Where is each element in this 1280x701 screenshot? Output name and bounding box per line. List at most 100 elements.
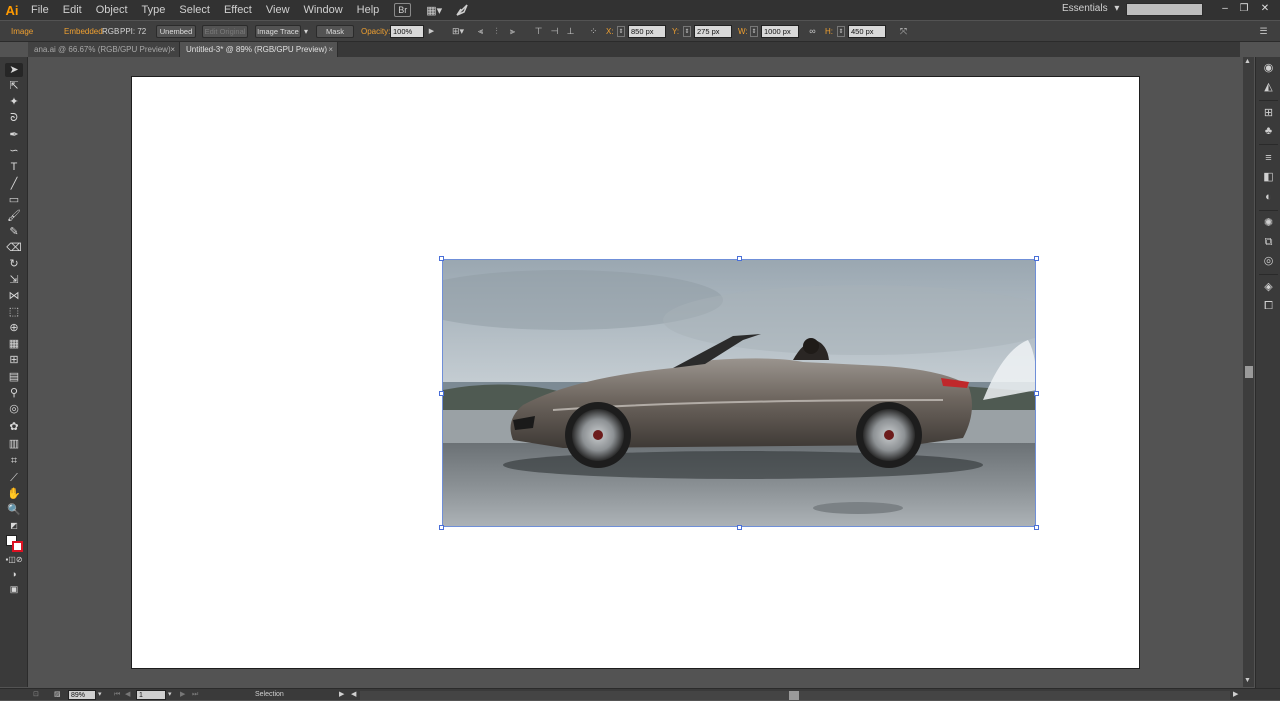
next-artboard-icon[interactable]: ▶: [180, 689, 185, 701]
height-field[interactable]: 450 px: [848, 25, 886, 38]
menu-file[interactable]: File: [24, 0, 56, 20]
y-label[interactable]: Y:: [672, 21, 679, 42]
placed-car-image[interactable]: [442, 259, 1036, 527]
blend-tool-icon[interactable]: ◎: [5, 402, 23, 416]
transparency-panel-icon[interactable]: ◐: [1261, 190, 1276, 204]
column-graph-tool-icon[interactable]: ▥: [5, 437, 23, 451]
shape-builder-tool-icon[interactable]: ⊕: [5, 321, 23, 335]
chevron-down-icon[interactable]: ▾: [98, 689, 102, 701]
artboard-tool-icon[interactable]: ⌗: [5, 454, 23, 468]
minimize-button[interactable]: –: [1218, 2, 1232, 16]
color-mode-buttons-icon[interactable]: ▪◫⊘: [5, 553, 23, 567]
zoom-field[interactable]: 89%: [68, 690, 96, 700]
hand-tool-icon[interactable]: ✋: [5, 487, 23, 501]
artboard[interactable]: [131, 76, 1140, 669]
tab-ana[interactable]: ana.ai @ 66.67% (RGB/GPU Preview) ×: [28, 42, 180, 57]
align-horizontal-center-icon[interactable]: ⫶: [491, 26, 502, 37]
stroke-swatch[interactable]: [12, 541, 23, 552]
sync-icon[interactable]: [455, 3, 469, 17]
scale-tool-icon[interactable]: ⇲: [5, 273, 23, 287]
embedded-link[interactable]: Embedded: [64, 21, 103, 42]
scroll-left-icon[interactable]: ◀: [351, 689, 356, 701]
align-left-icon[interactable]: ⫷: [475, 26, 486, 37]
artboard-number-field[interactable]: 1: [136, 690, 166, 700]
vertical-scroll-thumb[interactable]: [1245, 366, 1253, 378]
transform-grid-icon[interactable]: ⁘: [588, 26, 599, 37]
height-label[interactable]: H:: [825, 21, 833, 42]
search-input[interactable]: [1126, 3, 1203, 16]
scroll-down-icon[interactable]: ▼: [1244, 677, 1251, 684]
direct-selection-tool-icon[interactable]: ⇱: [5, 79, 23, 93]
rotate-tool-icon[interactable]: ↻: [5, 257, 23, 271]
artboards-panel-icon[interactable]: ⧠: [1261, 299, 1276, 313]
zoom-tool-icon[interactable]: 🔍: [5, 503, 23, 517]
width-tool-icon[interactable]: ⋈: [5, 289, 23, 303]
workspace-switcher[interactable]: Essentials ▾: [1062, 3, 1119, 14]
chevron-right-icon[interactable]: ▶: [426, 26, 437, 37]
resize-handle-top-left[interactable]: [439, 256, 444, 261]
resize-handle-bottom-left[interactable]: [439, 525, 444, 530]
y-field[interactable]: 275 px: [694, 25, 732, 38]
fill-stroke-swatch[interactable]: [6, 535, 24, 553]
graphic-styles-panel-icon[interactable]: ◭: [1261, 80, 1276, 94]
previous-artboard-icon[interactable]: ◀: [125, 689, 130, 701]
align-bottom-icon[interactable]: ⊥: [565, 26, 576, 37]
align-top-icon[interactable]: ⊤: [533, 26, 544, 37]
x-stepper[interactable]: ⇕: [617, 26, 625, 37]
align-vertical-center-icon[interactable]: ⊣: [549, 26, 560, 37]
restore-button[interactable]: ❐: [1237, 2, 1251, 16]
chevron-down-icon[interactable]: ▾: [168, 689, 172, 701]
rectangle-tool-icon[interactable]: ▭: [5, 193, 23, 207]
width-field[interactable]: 1000 px: [761, 25, 799, 38]
gradient-tool-icon[interactable]: ▤: [5, 370, 23, 384]
lasso-tool-icon[interactable]: ᘐ: [5, 111, 23, 125]
image-trace-panel-icon[interactable]: ◎: [1261, 254, 1276, 268]
x-field[interactable]: 850 px: [628, 25, 666, 38]
resize-handle-bottom-center[interactable]: [737, 525, 742, 530]
scroll-up-icon[interactable]: ▲: [1244, 58, 1251, 65]
eyedropper-tool-icon[interactable]: ⚲: [5, 386, 23, 400]
width-label[interactable]: W:: [738, 21, 748, 42]
last-artboard-icon[interactable]: ⏭: [192, 689, 198, 701]
bridge-button[interactable]: Br: [394, 3, 412, 17]
eraser-tool-icon[interactable]: ⌫: [5, 241, 23, 255]
symbols-panel-icon[interactable]: ♣: [1261, 124, 1276, 138]
unembed-button[interactable]: Unembed: [156, 25, 196, 38]
type-tool-icon[interactable]: T: [5, 160, 23, 174]
edit-original-button[interactable]: Edit Original: [202, 25, 248, 38]
perspective-grid-tool-icon[interactable]: ▦: [5, 337, 23, 351]
menu-effect[interactable]: Effect: [217, 0, 259, 20]
horizontal-scroll-thumb[interactable]: [789, 691, 799, 700]
resize-handle-top-center[interactable]: [737, 256, 742, 261]
close-icon[interactable]: ×: [328, 42, 333, 57]
arrange-documents-button[interactable]: ▦▾: [423, 3, 445, 17]
magic-wand-tool-icon[interactable]: ✦: [5, 95, 23, 109]
free-transform-tool-icon[interactable]: ⬚: [5, 305, 23, 319]
height-stepper[interactable]: ⇕: [837, 26, 845, 37]
menu-type[interactable]: Type: [135, 0, 173, 20]
transform-crop-icon[interactable]: ⤧: [898, 26, 909, 37]
close-icon[interactable]: ×: [170, 42, 175, 57]
pen-tool-icon[interactable]: ✒: [5, 128, 23, 142]
opacity-label[interactable]: Opacity:: [361, 21, 390, 42]
chevron-right-icon[interactable]: ▶: [339, 689, 344, 701]
menu-object[interactable]: Object: [89, 0, 135, 20]
selection-tool-icon[interactable]: ➤: [5, 63, 23, 77]
tab-untitled-3[interactable]: Untitled-3* @ 89% (RGB/GPU Preview) ×: [180, 42, 338, 57]
panel-menu-icon[interactable]: ☰: [1258, 26, 1269, 37]
menu-edit[interactable]: Edit: [56, 0, 89, 20]
line-segment-tool-icon[interactable]: ╱: [5, 177, 23, 191]
width-stepper[interactable]: ⇕: [750, 26, 758, 37]
slice-tool-icon[interactable]: ⟋: [5, 471, 23, 485]
resize-handle-top-right[interactable]: [1034, 256, 1039, 261]
image-trace-button[interactable]: Image Trace: [255, 25, 301, 38]
resize-handle-bottom-right[interactable]: [1034, 525, 1039, 530]
object-type-label[interactable]: Image: [11, 21, 33, 42]
resize-handle-middle-left[interactable]: [439, 391, 444, 396]
opacity-field[interactable]: 100%: [390, 25, 424, 38]
first-artboard-icon[interactable]: ⏮: [114, 689, 120, 701]
gradient-panel-icon[interactable]: ◧: [1261, 170, 1276, 184]
drawing-modes-icon[interactable]: ◑: [5, 567, 23, 581]
layers-panel-icon[interactable]: ◈: [1261, 280, 1276, 294]
resize-handle-middle-right[interactable]: [1034, 391, 1039, 396]
